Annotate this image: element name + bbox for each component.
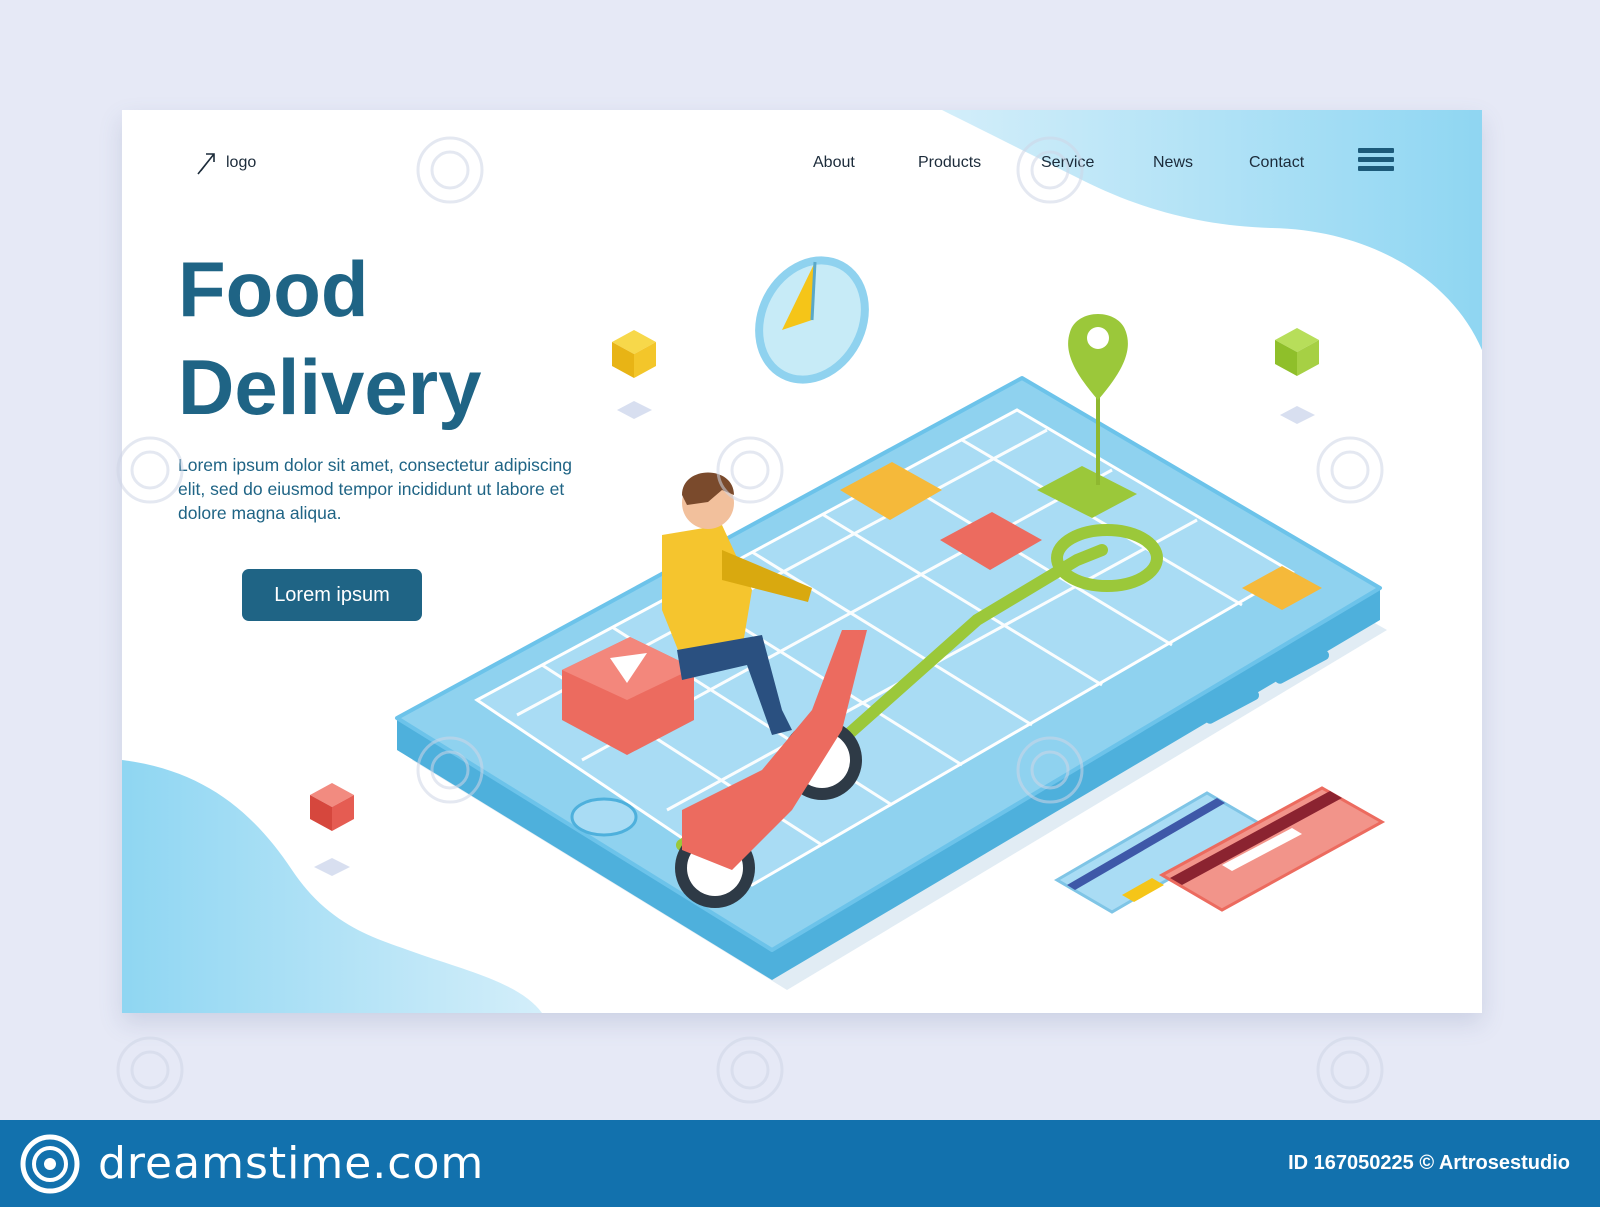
- landing-page-card: logo About Products Service News Contact…: [122, 110, 1482, 1013]
- yellow-cube: [612, 330, 656, 419]
- green-cube: [1275, 328, 1319, 424]
- dreamstime-footer: dreamstime.com ID 167050225 © Artrosestu…: [0, 1120, 1600, 1207]
- dreamstime-logo: dreamstime.com: [20, 1134, 484, 1194]
- red-cube: [310, 783, 354, 876]
- image-credit: ID 167050225 © Artrosestudio: [1288, 1152, 1570, 1174]
- clock-icon: [755, 256, 869, 384]
- phone-home-button: [570, 797, 638, 837]
- dreamstime-wordmark: dreamstime.com: [98, 1138, 485, 1189]
- delivery-illustration: [310, 256, 1387, 990]
- dreamstime-spiral-icon: [20, 1134, 80, 1194]
